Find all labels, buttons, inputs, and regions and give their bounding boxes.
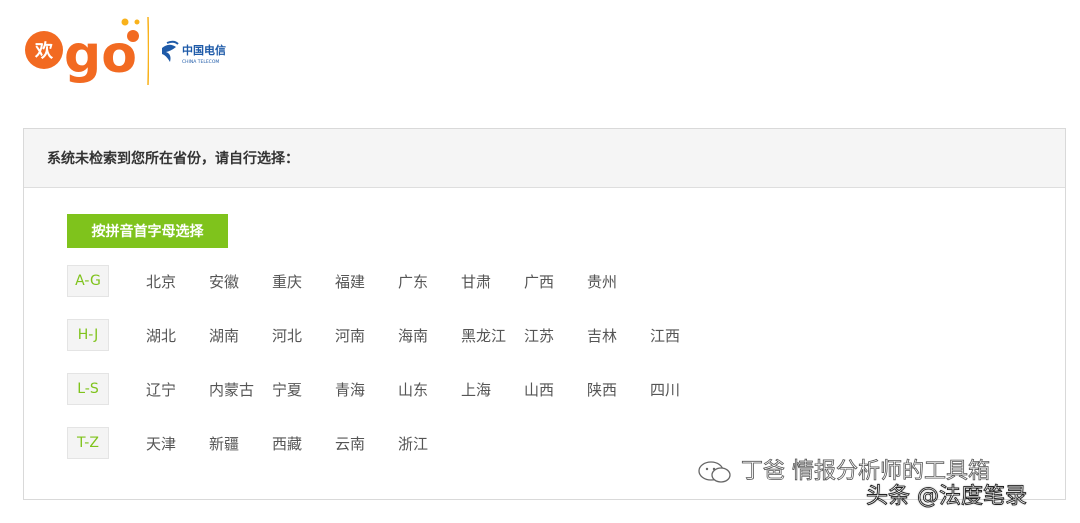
province-link[interactable]: 云南 <box>335 433 398 454</box>
group-label: H-J <box>67 319 109 351</box>
province-link[interactable]: 陕西 <box>587 379 650 400</box>
pinyin-select-button[interactable]: 按拼音首字母选择 <box>67 214 228 248</box>
province-link[interactable]: 辽宁 <box>146 379 209 400</box>
province-link[interactable]: 贵州 <box>587 271 650 292</box>
china-telecom-logo[interactable]: 中国电信 CHINA TELECOM <box>160 40 250 68</box>
province-link[interactable]: 广西 <box>524 271 587 292</box>
province-link[interactable]: 河北 <box>272 325 335 346</box>
province-link[interactable]: 北京 <box>146 271 209 292</box>
ego-logo[interactable]: 欢 go <box>22 14 150 90</box>
province-link[interactable]: 西藏 <box>272 433 335 454</box>
province-group-t-z: T-Z 天津 新疆 西藏 云南 浙江 <box>67 427 461 459</box>
province-link[interactable]: 四川 <box>650 379 713 400</box>
province-link[interactable]: 新疆 <box>209 433 272 454</box>
panel-title: 系统未检索到您所在省份，请自行选择： <box>24 129 1065 188</box>
province-link[interactable]: 湖北 <box>146 325 209 346</box>
province-link[interactable]: 内蒙古 <box>209 379 272 400</box>
svg-text:中国电信: 中国电信 <box>182 43 226 57</box>
logo-divider <box>147 17 149 85</box>
province-group-a-g: A-G 北京 安徽 重庆 福建 广东 甘肃 广西 贵州 <box>67 265 650 297</box>
wechat-icon <box>698 461 731 483</box>
province-link[interactable]: 重庆 <box>272 271 335 292</box>
group-label: A-G <box>67 265 109 297</box>
province-link[interactable]: 湖南 <box>209 325 272 346</box>
province-link[interactable]: 江苏 <box>524 325 587 346</box>
province-link[interactable]: 河南 <box>335 325 398 346</box>
province-link[interactable]: 青海 <box>335 379 398 400</box>
province-link[interactable]: 福建 <box>335 271 398 292</box>
svg-text:欢: 欢 <box>34 41 54 62</box>
province-link[interactable]: 甘肃 <box>461 271 524 292</box>
province-panel: 系统未检索到您所在省份，请自行选择： 按拼音首字母选择 A-G 北京 安徽 重庆… <box>23 128 1066 500</box>
province-link[interactable]: 江西 <box>650 325 713 346</box>
province-group-l-s: L-S 辽宁 内蒙古 宁夏 青海 山东 上海 山西 陕西 四川 <box>67 373 713 405</box>
province-link[interactable]: 浙江 <box>398 433 461 454</box>
group-label: L-S <box>67 373 109 405</box>
province-link[interactable]: 安徽 <box>209 271 272 292</box>
svg-text:CHINA TELECOM: CHINA TELECOM <box>182 59 219 65</box>
province-group-h-j: H-J 湖北 湖南 河北 河南 海南 黑龙江 江苏 吉林 江西 <box>67 319 713 351</box>
province-link[interactable]: 宁夏 <box>272 379 335 400</box>
province-link[interactable]: 山西 <box>524 379 587 400</box>
svg-text:go: go <box>64 25 137 85</box>
province-link[interactable]: 吉林 <box>587 325 650 346</box>
group-label: T-Z <box>67 427 109 459</box>
province-link[interactable]: 黑龙江 <box>461 325 524 346</box>
province-link[interactable]: 广东 <box>398 271 461 292</box>
province-link[interactable]: 上海 <box>461 379 524 400</box>
province-link[interactable]: 山东 <box>398 379 461 400</box>
province-link[interactable]: 天津 <box>146 433 209 454</box>
province-link[interactable]: 海南 <box>398 325 461 346</box>
toutiao-watermark: 头条 @法度笔录 <box>866 484 1028 510</box>
